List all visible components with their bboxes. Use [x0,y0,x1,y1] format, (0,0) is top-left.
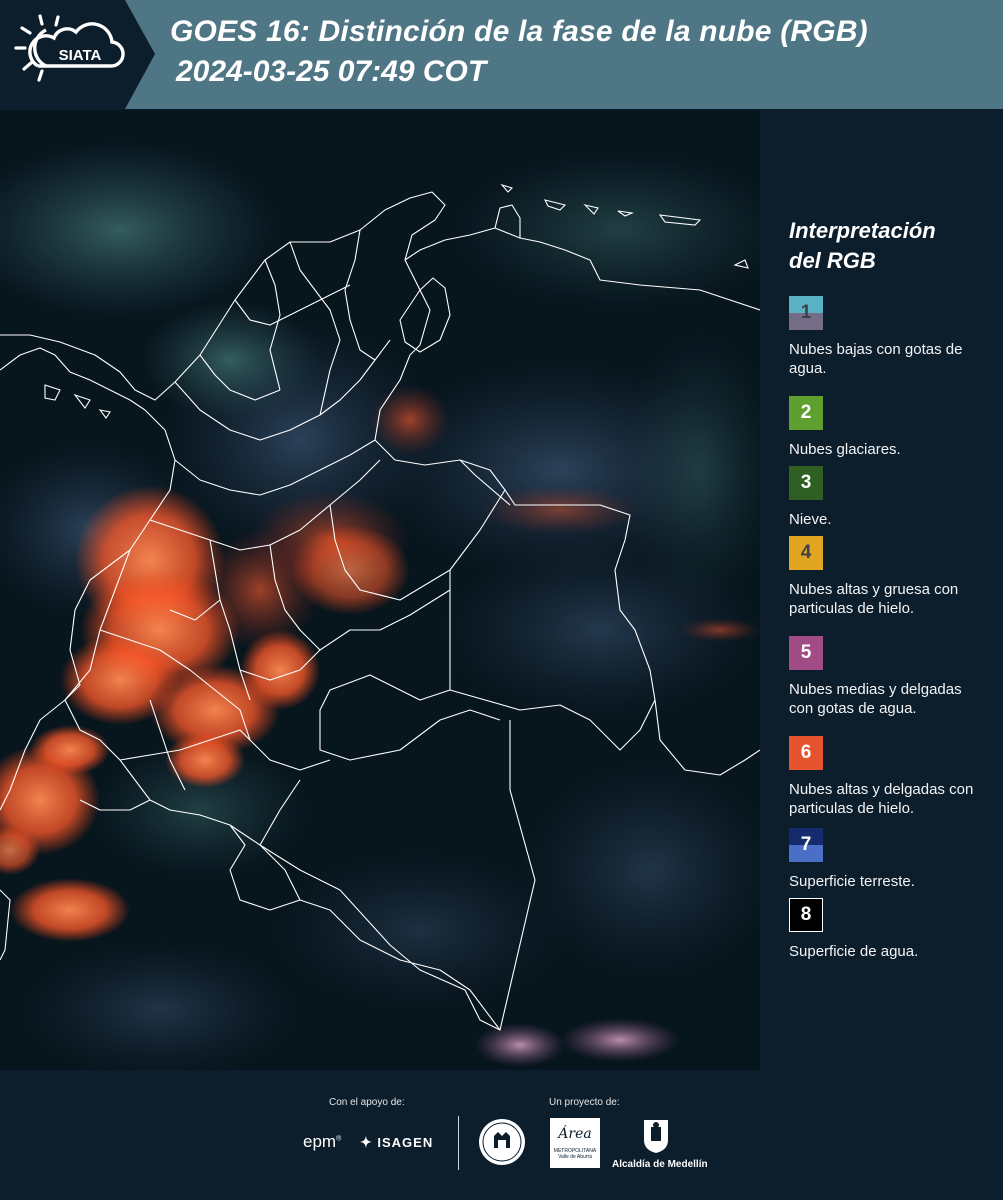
page-title: GOES 16: Distinción de la fase de la nub… [170,15,868,48]
isagen-logo: ✦ ISAGEN [360,1134,433,1151]
isagen-text: ISAGEN [377,1135,434,1150]
isagen-icon: ✦ [360,1134,373,1150]
legend-text-4: Nubes altas y gruesa con particulas de h… [789,581,959,617]
legend-item-8: 8 Superficie de agua. [789,898,989,961]
legend-text-2: Nubes glaciares. [789,441,901,458]
area-line1: Área [558,1126,592,1142]
area-metropolitana-logo: Área METROPOLITANA Valle de Aburrá [550,1118,600,1168]
medellin-shield-icon [640,1118,672,1154]
legend-text-6: Nubes altas y delgadas con particulas de… [789,781,974,817]
siata-logo: SIATA [0,0,160,109]
satellite-map [0,110,790,1080]
legend-title: Interpretación del RGB [789,216,936,276]
legend-text-1: Nubes bajas con gotas de agua. [789,341,963,377]
legend-item-1: 1 Nubes bajas con gotas de agua. [789,296,989,378]
seal-logo [478,1118,526,1166]
area-line3: Valle de Aburrá [558,1154,592,1160]
legend-swatch-7: 7 [789,828,823,862]
project-label: Un proyecto de: [549,1097,620,1108]
legend-item-6: 6 Nubes altas y delgadas con particulas d… [789,736,989,818]
footer: Con el apoyo de: Un proyecto de: epm® ✦ … [0,1070,1003,1200]
support-label: Con el apoyo de: [329,1097,405,1108]
legend-text-5: Nubes medias y delgadas con gotas de agu… [789,681,962,717]
legend-item-7: 7 Superficie terreste. [789,828,989,891]
footer-divider [458,1116,459,1170]
legend-swatch-5: 5 [789,636,823,670]
legend-swatch-8: 8 [789,898,823,932]
legend-text-7: Superficie terreste. [789,873,915,890]
legend-title-line1: Interpretación [789,218,936,243]
alcaldia-text: Alcaldía de Medellín [612,1159,708,1170]
page-subtitle: 2024-03-25 07:49 COT [176,55,487,88]
logo-text: SIATA [59,47,102,64]
legend-text-3: Nieve. [789,511,832,528]
legend-swatch-3: 3 [789,466,823,500]
legend-panel: Interpretación del RGB 1 Nubes bajas con … [762,110,1003,1070]
legend-title-line2: del RGB [789,248,876,273]
legend-text-8: Superficie de agua. [789,943,919,960]
epm-text: epm [303,1132,337,1151]
legend-item-2: 2 Nubes glaciares. [789,396,989,459]
epm-logo: epm® [303,1132,342,1151]
legend-swatch-2: 2 [789,396,823,430]
legend-swatch-6: 6 [789,736,823,770]
legend-item-3: 3 Nieve. [789,466,989,529]
legend-swatch-1: 1 [789,296,823,330]
legend-swatch-4: 4 [789,536,823,570]
legend-item-5: 5 Nubes medias y delgadas con gotas de ag… [789,636,989,718]
header-bar: SIATA GOES 16: Distinción de la fase de … [0,0,1003,109]
legend-item-4: 4 Nubes altas y gruesa con particulas de … [789,536,989,618]
